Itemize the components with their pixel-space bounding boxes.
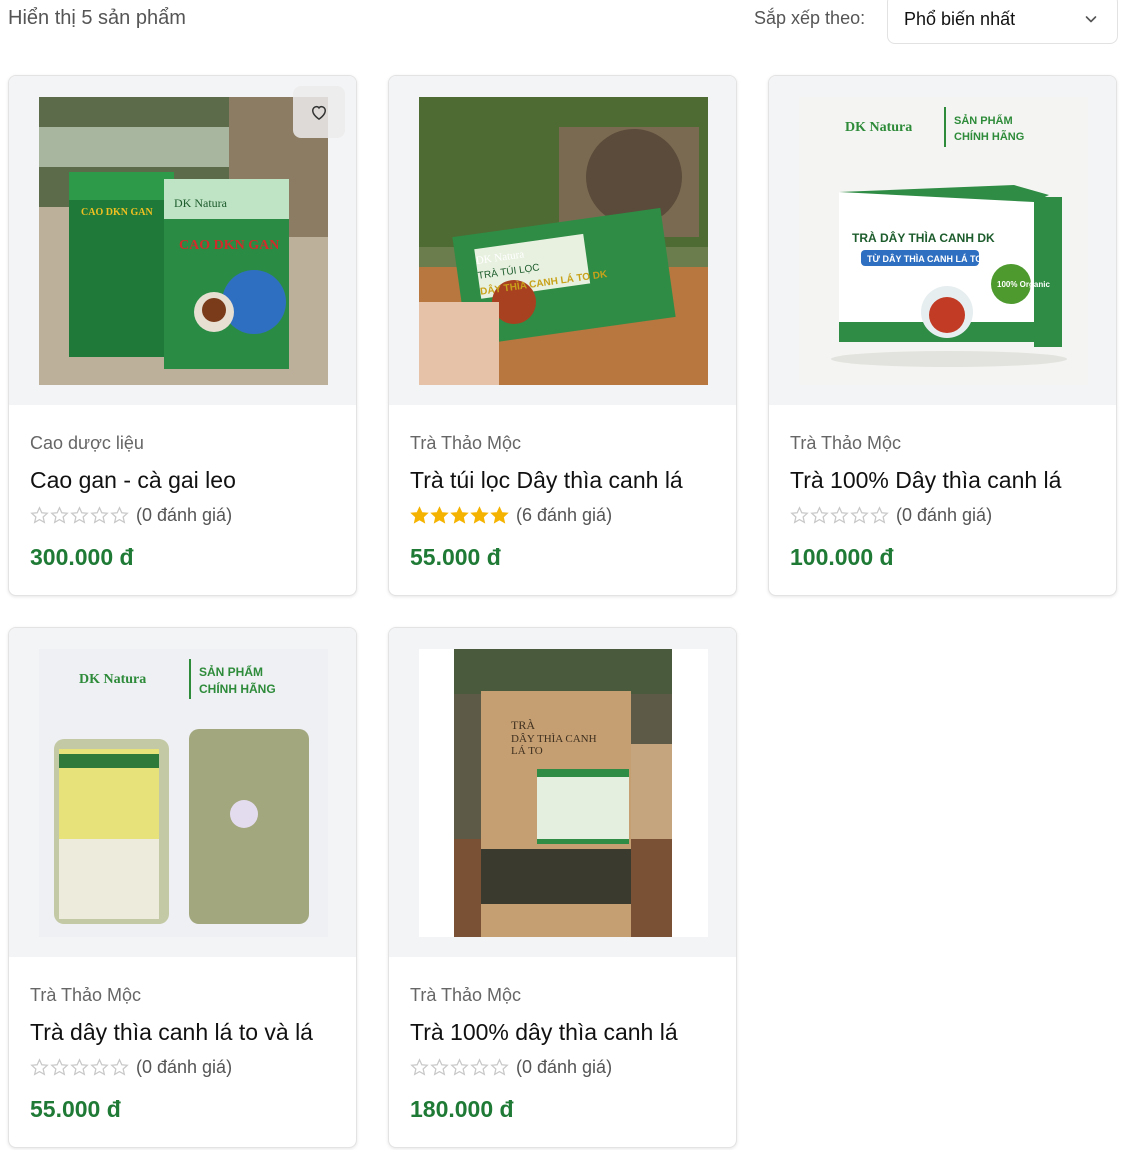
result-count: Hiển thị 5 sản phẩm	[8, 7, 186, 29]
star-icon	[110, 1058, 129, 1077]
image-brand-text: DK Natura	[79, 672, 146, 687]
product-card[interactable]: DK Natura SẢN PHẨM CHÍNH HÃNG Trà Thảo M…	[8, 627, 357, 1148]
product-rating: (0 đánh giá)	[30, 1056, 232, 1078]
star-icon	[470, 506, 489, 525]
image-product-text: CAO DKN GAN	[81, 207, 153, 218]
star-icon	[490, 1058, 509, 1077]
image-product-text: CAO DKN GAN	[179, 238, 279, 253]
product-photo: DK Natura SẢN PHẨM CHÍNH HÃNG TRÀ DÂY TH…	[799, 97, 1088, 385]
image-product-text: CHÍNH HÃNG	[199, 681, 276, 696]
sort-selected-value: Phổ biến nhất	[904, 9, 1016, 29]
image-product-text: TỪ DÂY THÌA CANH LÁ TO	[867, 253, 982, 264]
product-name[interactable]: Cao gan - cà gai leo	[30, 467, 340, 494]
image-product-text: 100% Organic	[997, 280, 1050, 289]
star-rating	[410, 506, 509, 525]
review-count: (6 đánh giá)	[516, 504, 613, 525]
product-card[interactable]: DK Natura TRÀ TÚI LỌC DÂY THÌA CANH LÁ T…	[388, 75, 737, 596]
star-icon	[430, 506, 449, 525]
product-image-area[interactable]: DK Natura SẢN PHẨM CHÍNH HÃNG	[9, 628, 356, 957]
product-price: 300.000 đ	[30, 544, 134, 570]
product-photo: TRÀ DÂY THÌA CANH LÁ TO	[419, 649, 708, 937]
product-name[interactable]: Trà 100% Dây thìa canh lá	[790, 467, 1100, 494]
product-category: Trà Thảo Mộc	[410, 985, 522, 1005]
image-product-text: CHÍNH HÃNG	[954, 130, 1024, 143]
product-photo: DK Natura SẢN PHẨM CHÍNH HÃNG	[39, 649, 328, 937]
review-count: (0 đánh giá)	[136, 1056, 233, 1077]
sort-label: Sắp xếp theo:	[754, 8, 866, 28]
star-icon	[470, 1058, 489, 1077]
image-product-text: DÂY THÌA CANH	[511, 733, 597, 745]
image-product-text: LÁ TO	[511, 745, 543, 757]
star-rating	[410, 1058, 509, 1077]
star-icon	[70, 506, 89, 525]
listing-toolbar: Hiển thị 5 sản phẩm Sắp xếp theo: Phổ bi…	[0, 0, 1123, 46]
star-icon	[830, 506, 849, 525]
star-icon	[810, 506, 829, 525]
product-price: 100.000 đ	[790, 544, 894, 570]
image-product-text: SẢN PHẨM	[199, 664, 263, 679]
star-icon	[410, 506, 429, 525]
image-brand-text: DK Natura	[845, 120, 912, 135]
product-image-area[interactable]: DK Natura TRÀ TÚI LỌC DÂY THÌA CANH LÁ T…	[389, 76, 736, 405]
product-price: 180.000 đ	[410, 1096, 514, 1122]
star-icon	[430, 1058, 449, 1077]
heart-icon	[311, 105, 327, 120]
product-category: Trà Thảo Mộc	[790, 433, 902, 453]
star-icon	[30, 506, 49, 525]
image-product-text: SẢN PHẨM	[954, 114, 1013, 127]
product-name[interactable]: Trà 100% dây thìa canh lá	[410, 1019, 720, 1046]
product-image-area[interactable]: DK Natura CAO DKN GAN CAO DKN GAN	[9, 76, 356, 405]
image-brand-text: DK Natura	[174, 196, 228, 210]
star-icon	[50, 1058, 69, 1077]
product-photo: DK Natura TRÀ TÚI LỌC DÂY THÌA CANH LÁ T…	[419, 97, 708, 385]
product-rating: (0 đánh giá)	[410, 1056, 612, 1078]
star-icon	[790, 506, 809, 525]
star-icon	[90, 506, 109, 525]
star-icon	[410, 1058, 429, 1077]
star-icon	[850, 506, 869, 525]
product-image-area[interactable]: TRÀ DÂY THÌA CANH LÁ TO	[389, 628, 736, 957]
image-product-text: TRÀ	[511, 718, 535, 732]
star-icon	[450, 506, 469, 525]
product-rating: (6 đánh giá)	[410, 504, 612, 526]
review-count: (0 đánh giá)	[516, 1056, 613, 1077]
star-icon	[70, 1058, 89, 1077]
star-icon	[110, 506, 129, 525]
favorite-button[interactable]	[293, 86, 345, 138]
product-price: 55.000 đ	[30, 1096, 121, 1122]
product-photo: DK Natura CAO DKN GAN CAO DKN GAN	[39, 97, 328, 385]
star-icon	[450, 1058, 469, 1077]
star-rating	[790, 506, 889, 525]
review-count: (0 đánh giá)	[896, 504, 993, 525]
star-rating	[30, 506, 129, 525]
star-rating	[30, 1058, 129, 1077]
product-name[interactable]: Trà dây thìa canh lá to và lá	[30, 1019, 340, 1046]
star-icon	[90, 1058, 109, 1077]
star-icon	[490, 506, 509, 525]
product-image-area[interactable]: DK Natura SẢN PHẨM CHÍNH HÃNG TRÀ DÂY TH…	[769, 76, 1116, 405]
product-category: Cao dược liệu	[30, 433, 144, 453]
product-rating: (0 đánh giá)	[790, 504, 992, 526]
review-count: (0 đánh giá)	[136, 504, 233, 525]
product-category: Trà Thảo Mộc	[30, 985, 142, 1005]
sort-select[interactable]: Phổ biến nhất	[887, 0, 1118, 44]
product-card[interactable]: TRÀ DÂY THÌA CANH LÁ TO Trà Thảo Mộc Trà…	[388, 627, 737, 1148]
product-name[interactable]: Trà túi lọc Dây thìa canh lá	[410, 467, 720, 494]
star-icon	[50, 506, 69, 525]
image-product-text: TRÀ DÂY THÌA CANH DK	[852, 230, 995, 245]
product-rating: (0 đánh giá)	[30, 504, 232, 526]
product-card[interactable]: DK Natura CAO DKN GAN CAO DKN GAN Cao dư…	[8, 75, 357, 596]
product-category: Trà Thảo Mộc	[410, 433, 522, 453]
product-price: 55.000 đ	[410, 544, 501, 570]
product-card[interactable]: DK Natura SẢN PHẨM CHÍNH HÃNG TRÀ DÂY TH…	[768, 75, 1117, 596]
star-icon	[30, 1058, 49, 1077]
chevron-down-icon	[1085, 16, 1097, 23]
star-icon	[870, 506, 889, 525]
